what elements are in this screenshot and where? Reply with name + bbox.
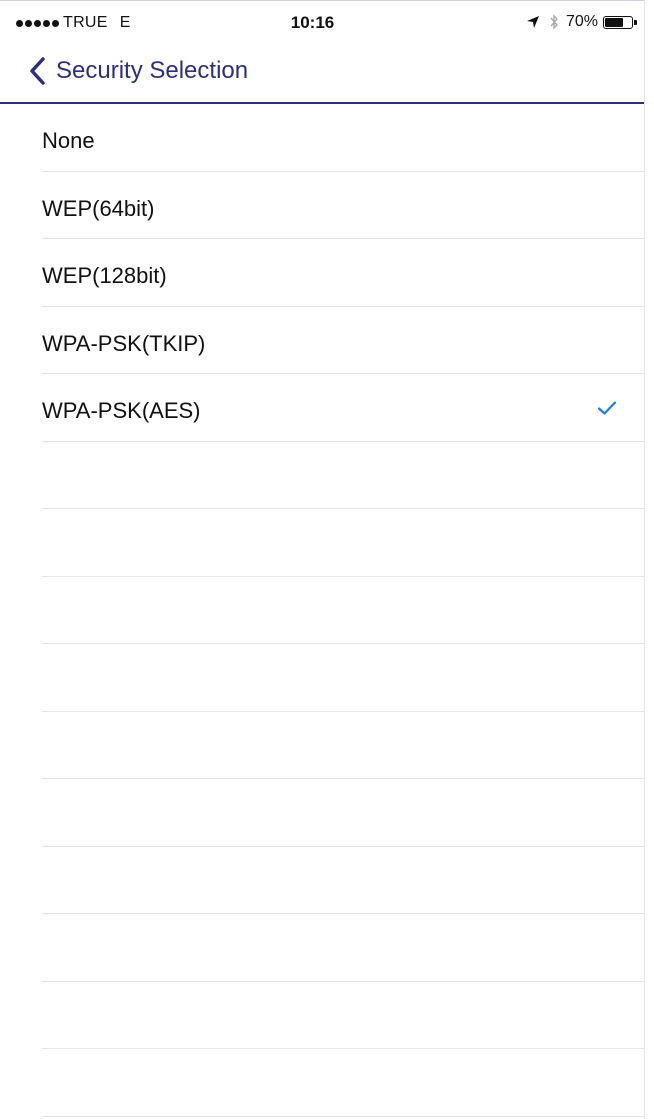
status-bar-right: 70% bbox=[526, 13, 637, 31]
page-title: Security Selection bbox=[56, 57, 249, 84]
option-none[interactable]: None bbox=[42, 104, 644, 172]
chevron-left-icon bbox=[30, 57, 45, 85]
empty-row bbox=[42, 847, 644, 914]
empty-rows bbox=[0, 442, 644, 1117]
empty-row bbox=[42, 982, 644, 1049]
empty-row bbox=[42, 442, 644, 509]
battery-icon bbox=[603, 15, 637, 29]
back-button[interactable]: Security Selection bbox=[28, 56, 248, 86]
security-options-list: None WEP(64bit) WEP(128bit) WPA-PSK(TKIP… bbox=[0, 104, 644, 1117]
option-label: None bbox=[42, 128, 95, 153]
empty-row bbox=[42, 712, 644, 779]
option-label: WPA-PSK(AES) bbox=[42, 398, 201, 423]
option-wpa-psk-tkip[interactable]: WPA-PSK(TKIP) bbox=[42, 307, 644, 374]
app-screen: TRUE E 10:16 70% Security Selection None… bbox=[0, 0, 645, 1119]
empty-row bbox=[42, 1049, 644, 1117]
empty-row bbox=[42, 914, 644, 982]
navigation-bar: Security Selection bbox=[0, 44, 644, 104]
empty-row bbox=[42, 577, 644, 644]
option-label: WEP(128bit) bbox=[42, 263, 167, 288]
checkmark-icon bbox=[597, 401, 617, 415]
status-bar: TRUE E 10:16 70% bbox=[0, 0, 644, 44]
empty-row bbox=[42, 779, 644, 847]
option-wpa-psk-aes[interactable]: WPA-PSK(AES) bbox=[42, 374, 644, 442]
location-arrow-icon bbox=[526, 16, 539, 28]
bluetooth-icon bbox=[550, 14, 558, 30]
empty-row bbox=[42, 644, 644, 712]
empty-row bbox=[42, 509, 644, 577]
battery-percent: 70% bbox=[565, 13, 598, 30]
option-label: WEP(64bit) bbox=[42, 195, 155, 221]
option-label: WPA-PSK(TKIP) bbox=[42, 330, 206, 356]
option-wep-64bit[interactable]: WEP(64bit) bbox=[42, 172, 644, 239]
option-wep-128bit[interactable]: WEP(128bit) bbox=[42, 239, 644, 307]
